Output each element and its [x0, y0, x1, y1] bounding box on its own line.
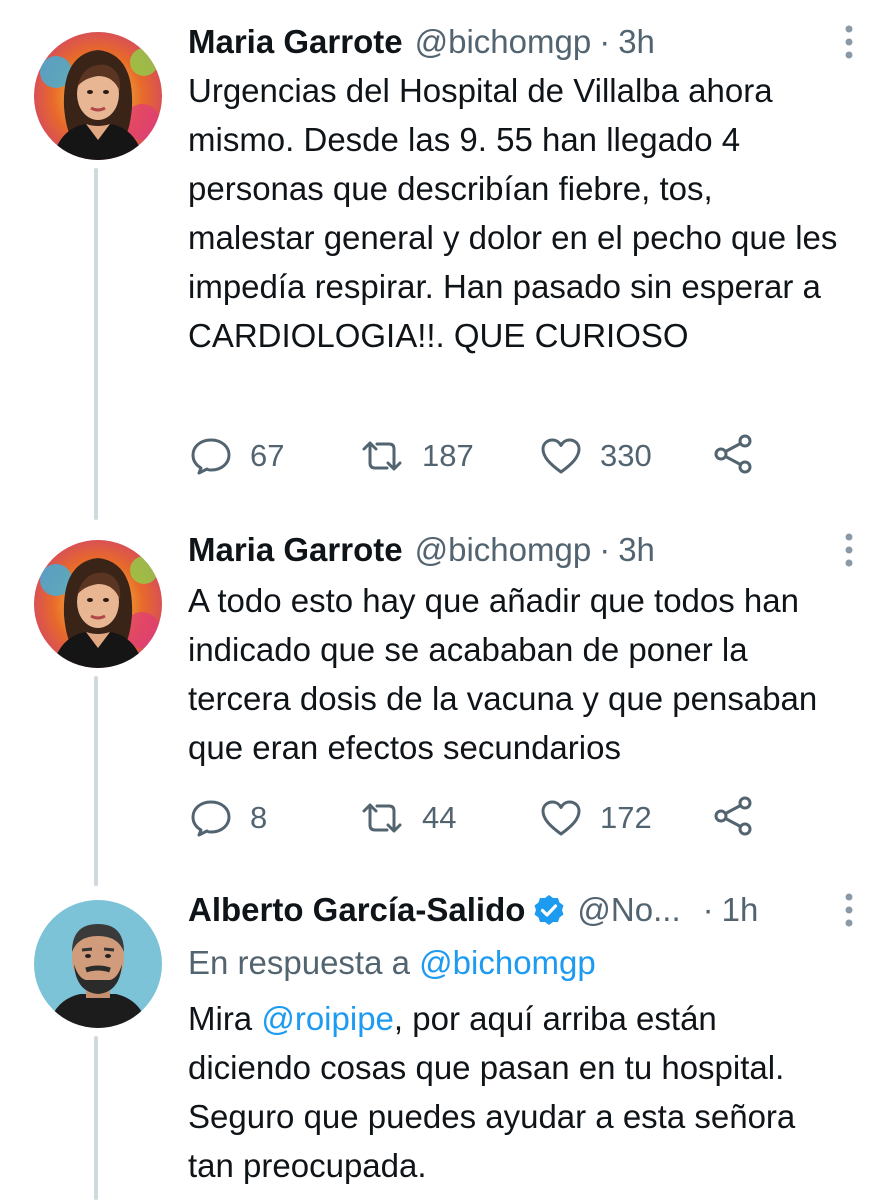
reply-count: 8: [250, 800, 268, 835]
retweet-icon: [362, 441, 402, 471]
thread-line: [94, 676, 98, 886]
like-count: 172: [600, 800, 652, 835]
like-button[interactable]: 330: [540, 432, 652, 480]
author-name[interactable]: Maria Garrote: [188, 23, 403, 61]
more-vertical-icon[interactable]: [842, 890, 856, 930]
avatar-alberto-garcia-salido[interactable]: [34, 900, 162, 1028]
author-handle[interactable]: @bichomgp: [415, 531, 592, 569]
mention-link[interactable]: @roipipe: [261, 1000, 394, 1037]
retweet-count: 44: [422, 800, 457, 835]
tweet-header: Alberto García-Salido @No... · 1h: [188, 886, 858, 934]
reply-count: 67: [250, 438, 285, 473]
retweet-count: 187: [422, 438, 474, 473]
more-vertical-icon[interactable]: [842, 22, 856, 62]
retweet-icon: [362, 803, 402, 833]
tweet-text: Urgencias del Hospital de Villalba ahora…: [188, 72, 838, 354]
separator-dot: ·: [599, 23, 611, 60]
author-name[interactable]: Maria Garrote: [188, 531, 403, 569]
separator-dot: ·: [599, 531, 611, 568]
avatar-maria-garrote[interactable]: [34, 32, 162, 160]
tweet-3[interactable]: Alberto García-Salido @No... · 1h En res…: [0, 886, 888, 1200]
reply-button[interactable]: 67: [190, 432, 284, 480]
reply-prefix: En respuesta a: [188, 944, 410, 981]
author-handle[interactable]: @No...: [577, 891, 680, 929]
retweet-button[interactable]: 187: [360, 432, 474, 480]
tweet-header: Maria Garrote @bichomgp · 3h: [188, 526, 858, 574]
tweet-2[interactable]: Maria Garrote @bichomgp · 3h A todo esto…: [0, 520, 888, 886]
heart-icon: [541, 800, 581, 836]
retweet-button[interactable]: 44: [360, 794, 456, 842]
like-count: 330: [600, 438, 652, 473]
share-icon[interactable]: [714, 434, 754, 479]
thread-line: [94, 1036, 98, 1200]
separator-dot: ·: [702, 891, 714, 928]
reply-icon: [191, 800, 231, 837]
tweet-text-start: Mira: [188, 1000, 253, 1037]
tweet-1[interactable]: Maria Garrote @bichomgp · 3h Urgencias d…: [0, 0, 888, 520]
author-handle[interactable]: @bichomgp: [415, 23, 592, 61]
tweet-actions: 8 44 172: [190, 794, 790, 842]
thread-line: [94, 168, 98, 520]
reply-context: En respuesta a @bichomgp: [188, 944, 596, 982]
avatar-maria-garrote[interactable]: [34, 540, 162, 668]
share-icon[interactable]: [714, 796, 754, 841]
reply-to-mention[interactable]: @bichomgp: [419, 944, 596, 981]
author-name[interactable]: Alberto García-Salido: [188, 891, 525, 929]
more-vertical-icon[interactable]: [842, 530, 856, 570]
timestamp[interactable]: 3h: [618, 23, 655, 61]
verified-badge-icon: [533, 894, 565, 926]
tweet-actions: 67 187 330: [190, 432, 790, 480]
like-button[interactable]: 172: [540, 794, 652, 842]
timestamp[interactable]: 3h: [618, 531, 655, 569]
tweet-header: Maria Garrote @bichomgp · 3h: [188, 18, 858, 66]
reply-button[interactable]: 8: [190, 794, 267, 842]
reply-icon: [191, 438, 231, 475]
tweet-text: Mira @roipipe, por aquí arriba están dic…: [188, 994, 848, 1190]
heart-icon: [541, 438, 581, 474]
timestamp[interactable]: 1h: [722, 891, 759, 929]
tweet-text: A todo esto hay que añadir que todos han…: [188, 582, 818, 766]
